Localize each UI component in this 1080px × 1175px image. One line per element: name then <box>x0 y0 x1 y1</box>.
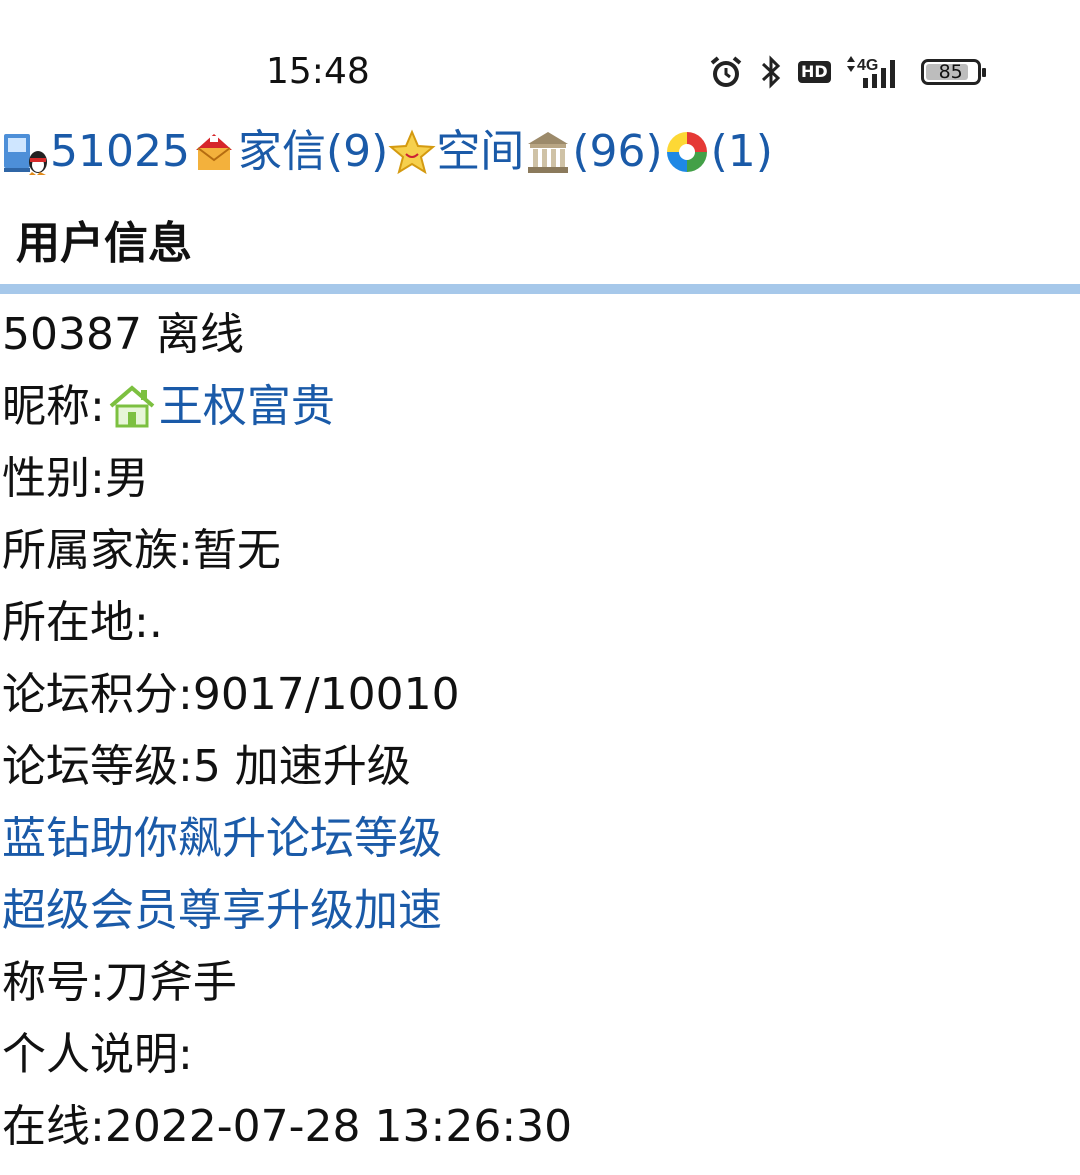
computer-penguin-icon[interactable] <box>2 128 50 176</box>
battery-nub <box>981 68 986 77</box>
super-member-link[interactable]: 超级会员尊享升级加速 <box>2 875 442 947</box>
battery-text: 85 <box>938 61 963 83</box>
blue-diamond-row: 蓝钻助你飙升论坛等级 <box>2 803 1072 875</box>
battery-icon: 85 <box>920 59 986 85</box>
online-time-row: 在线:2022-07-28 13:26:30 <box>2 1101 573 1152</box>
star-icon[interactable] <box>388 128 436 176</box>
nickname-label: 昵称: <box>2 381 105 432</box>
family-row: 所属家族:暂无 <box>2 525 281 576</box>
network-label: 4G <box>857 57 878 74</box>
photo-album-icon[interactable] <box>663 128 711 176</box>
bluetooth-icon <box>761 55 781 89</box>
album-link[interactable]: (1) <box>711 122 773 182</box>
status-line: 50387 离线 <box>2 309 244 360</box>
status-icons: HD 4G 85 <box>708 52 995 92</box>
top-nav: 51025 家信(9) 空间 (96) (1) <box>2 120 773 184</box>
page-title: 用户信息 <box>16 218 192 269</box>
nickname-link[interactable]: 王权富贵 <box>159 371 335 443</box>
mail-link[interactable]: 家信(9) <box>238 122 388 182</box>
gender-row: 性别:男 <box>2 453 149 504</box>
alarm-icon <box>710 56 742 87</box>
nickname-row: 昵称: 王权富贵 <box>2 371 1072 443</box>
profile-info: 50387 离线 昵称: 王权富贵 性别:男 所属家族:暂无 所在地:. 论坛积… <box>2 299 1072 1163</box>
location-row: 所在地:. <box>2 597 163 648</box>
blue-diamond-link[interactable]: 蓝钻助你飙升论坛等级 <box>2 803 442 875</box>
bank-icon[interactable] <box>524 128 572 176</box>
bio-row: 个人说明: <box>2 1029 193 1080</box>
home-icon <box>109 385 155 428</box>
forum-level-row: 论坛等级:5 加速升级 <box>2 741 411 792</box>
mail-icon[interactable] <box>190 128 238 176</box>
hd-icon: HD <box>798 61 831 83</box>
status-bar: 15:48 HD 4G 85 <box>0 0 1080 110</box>
4g-signal-icon: 4G <box>846 56 895 88</box>
divider <box>0 284 1080 294</box>
status-time: 15:48 <box>266 51 370 92</box>
title-row: 称号:刀斧手 <box>2 957 237 1008</box>
user-id-link[interactable]: 51025 <box>50 122 190 182</box>
bank-link[interactable]: (96) <box>572 122 662 182</box>
space-link[interactable]: 空间 <box>436 122 524 182</box>
super-member-row: 超级会员尊享升级加速 <box>2 875 1072 947</box>
forum-points-row: 论坛积分:9017/10010 <box>2 669 460 720</box>
